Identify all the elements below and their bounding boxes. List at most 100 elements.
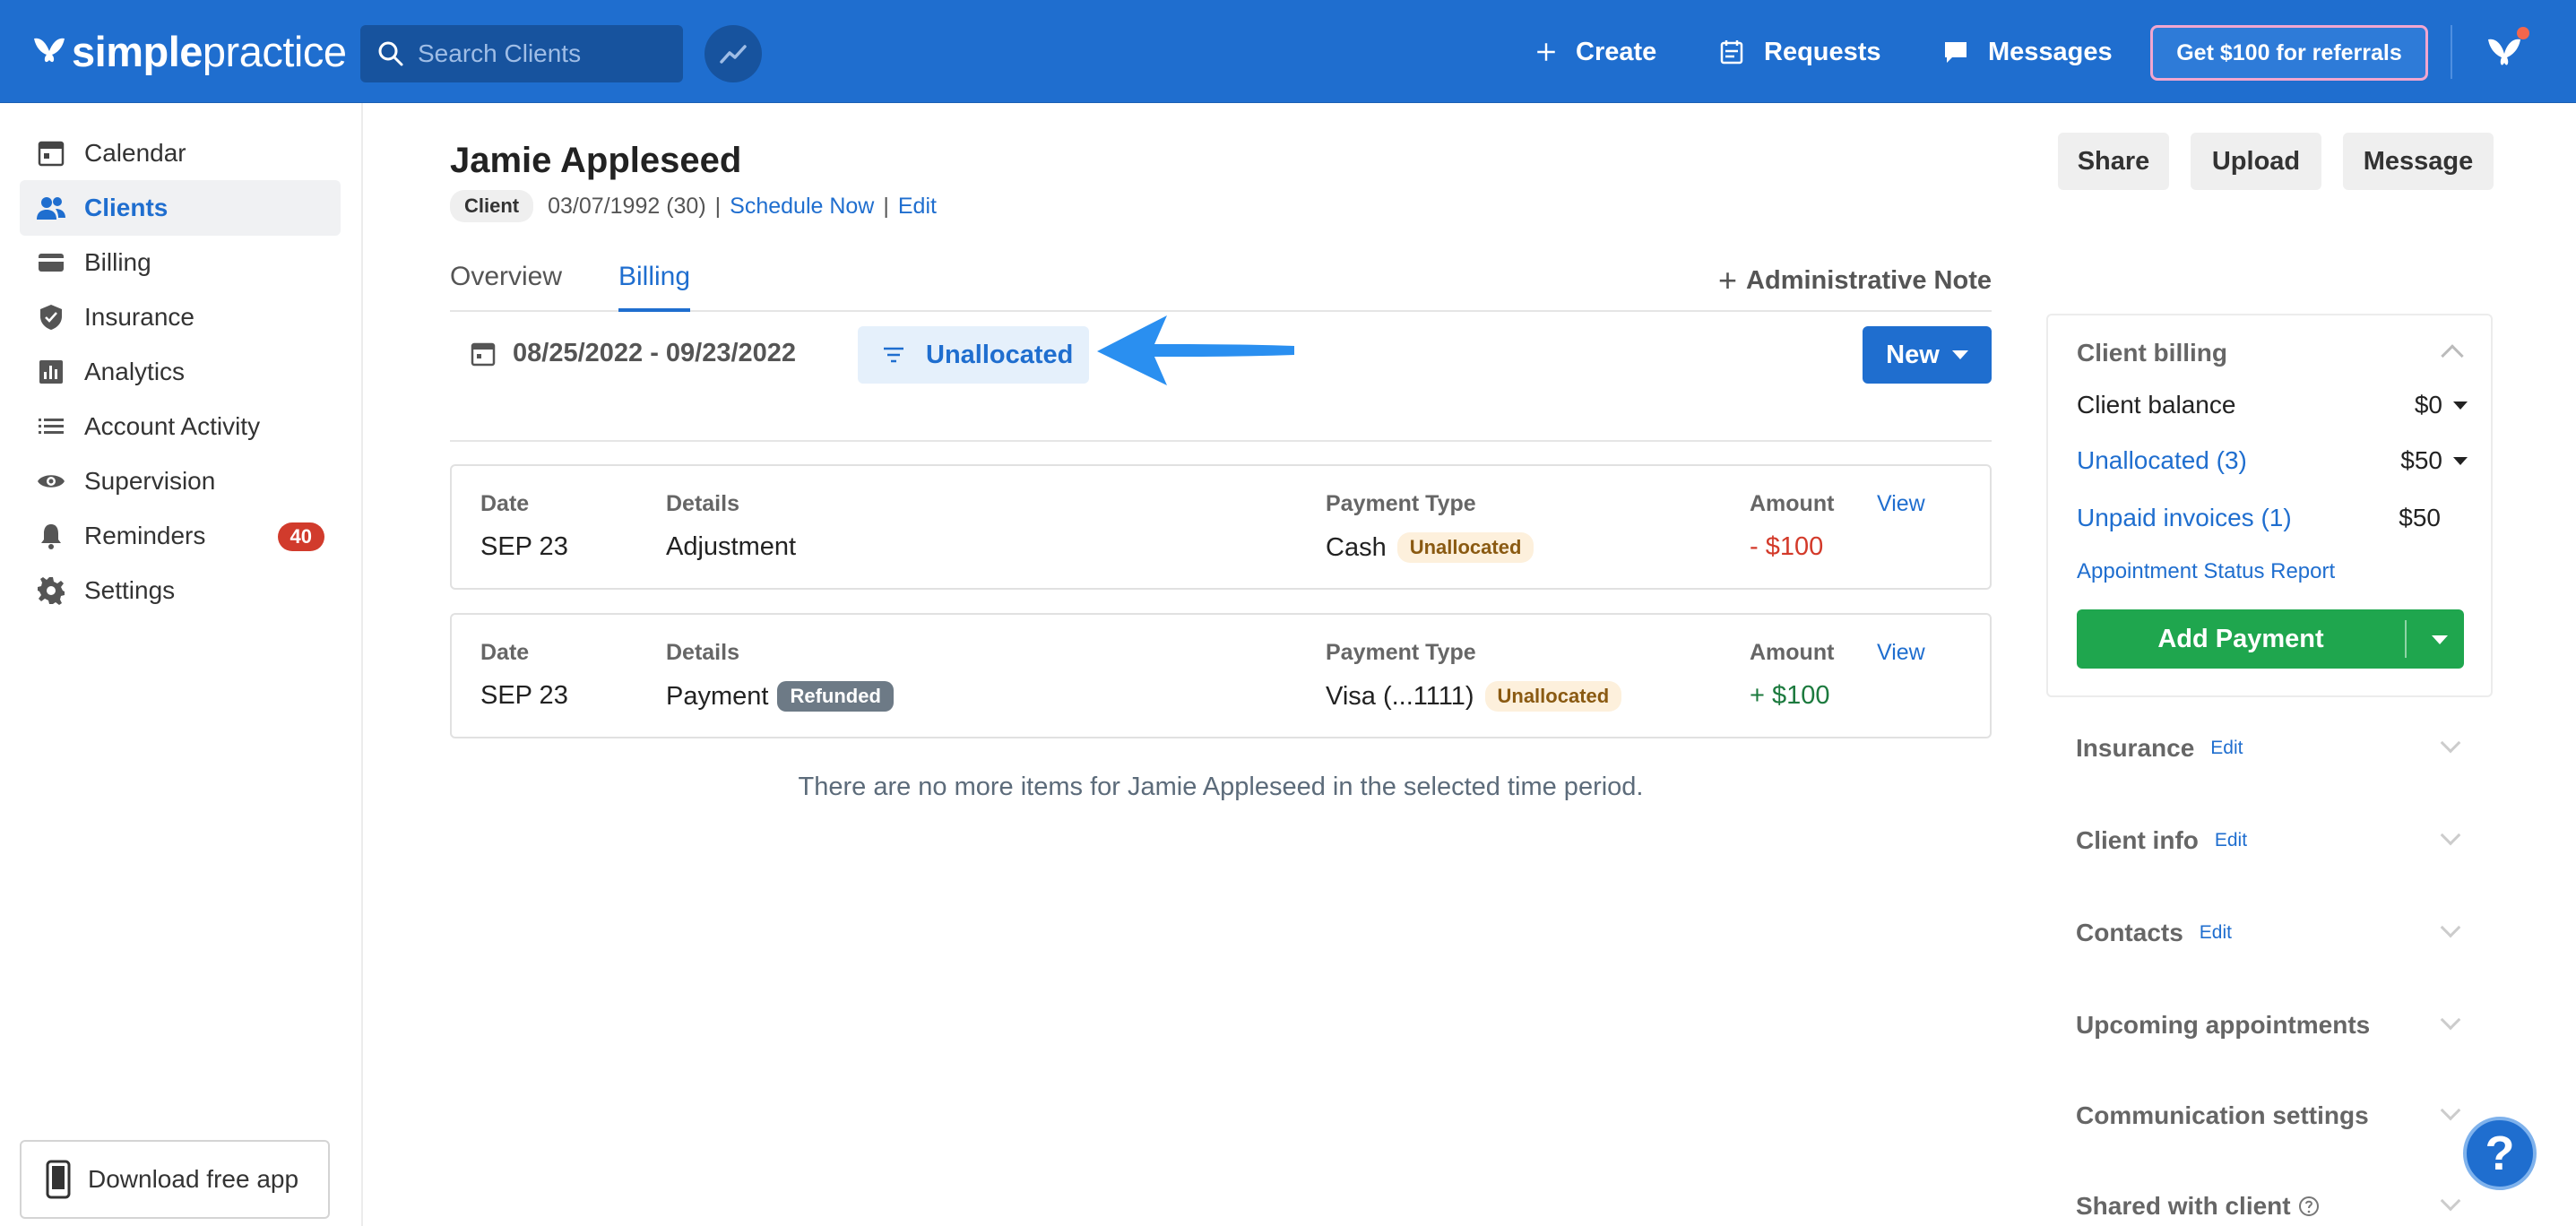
upload-button[interactable]: Upload (2191, 133, 2321, 190)
unallocated-value: $50 (2400, 446, 2442, 474)
date-column-label: Date (480, 491, 530, 516)
transaction-amount: - $100 (1750, 532, 1824, 561)
sidebar-item-clients[interactable]: Clients (20, 180, 341, 236)
chevron-down-icon (2440, 732, 2461, 754)
chevron-up-icon[interactable] (2441, 344, 2464, 367)
message-button[interactable]: Message (2343, 133, 2494, 190)
transaction-details-text: Payment (666, 681, 769, 711)
download-app-button[interactable]: Download free app (20, 1140, 330, 1219)
search-icon (378, 41, 403, 66)
new-dropdown-button[interactable]: New (1863, 326, 1992, 384)
contacts-section-header[interactable]: Contacts Edit (2076, 915, 2467, 951)
sidebar-item-label: Calendar (84, 139, 186, 167)
share-button[interactable]: Share (2058, 133, 2169, 190)
sidebar-item-label: Supervision (84, 467, 216, 495)
top-navigation-bar: simplepractice Create Requests (0, 0, 2576, 103)
insurance-section-header[interactable]: Insurance Edit (2076, 730, 2467, 766)
caret-down-icon (1951, 350, 1968, 359)
simplepractice-logo[interactable]: simplepractice (30, 23, 347, 79)
requests-label: Requests (1764, 37, 1881, 66)
insurance-edit-link[interactable]: Edit (2210, 738, 2243, 759)
client-meta: Client 03/07/1992 (30) | Schedule Now | … (450, 190, 937, 222)
unpaid-invoices-row: Unpaid invoices (1) $50 (2077, 504, 2468, 532)
client-balance-dropdown[interactable]: $0 (2415, 391, 2468, 419)
appointment-status-report-link[interactable]: Appointment Status Report (2077, 559, 2335, 584)
tab-billing[interactable]: Billing (618, 262, 690, 292)
sidebar-item-billing[interactable]: Billing (20, 235, 341, 290)
unallocated-badge: Unallocated (1396, 532, 1534, 563)
insights-button[interactable] (705, 25, 762, 82)
plus-icon (1537, 43, 1555, 61)
referral-label: Get $100 for referrals (2176, 39, 2402, 65)
unallocated-filter-button[interactable]: Unallocated (858, 326, 1089, 384)
unallocated-filter-label: Unallocated (926, 340, 1074, 369)
transaction-date: SEP 23 (480, 532, 568, 561)
upcoming-appointments-section-header[interactable]: Upcoming appointments (2076, 1007, 2467, 1043)
sidebar: Calendar Clients Billing Insurance Analy… (0, 103, 363, 1226)
unallocated-link[interactable]: Unallocated (3) (2077, 446, 2247, 474)
caret-down-icon[interactable] (2432, 635, 2448, 644)
sidebar-item-settings[interactable]: Settings (20, 563, 341, 618)
clients-icon (37, 197, 65, 220)
plus-icon: + (1718, 262, 1738, 298)
topbar-divider (2451, 25, 2452, 79)
contacts-edit-link[interactable]: Edit (2200, 922, 2232, 944)
new-label: New (1886, 340, 1940, 369)
client-info-edit-link[interactable]: Edit (2215, 830, 2247, 851)
chevron-down-icon (2440, 1100, 2461, 1121)
sidebar-item-supervision[interactable]: Supervision (20, 453, 341, 509)
calendar-icon (471, 342, 496, 366)
transaction-amount: + $100 (1750, 681, 1830, 710)
unpaid-invoices-link[interactable]: Unpaid invoices (1) (2077, 504, 2292, 531)
refunded-badge: Refunded (777, 681, 894, 712)
client-info-section-header[interactable]: Client info Edit (2076, 823, 2467, 859)
payment-type-text: Visa (...1111) (1326, 681, 1474, 711)
add-payment-button[interactable]: Add Payment (2077, 609, 2405, 669)
create-button[interactable]: Create (1534, 32, 1656, 72)
messages-button[interactable]: Messages (1941, 32, 2113, 72)
tab-overview[interactable]: Overview (450, 262, 562, 292)
download-app-label: Download free app (88, 1165, 299, 1193)
butterfly-logo-icon (34, 38, 65, 63)
question-circle-icon[interactable] (2298, 1196, 2320, 1217)
caret-down-icon (2453, 401, 2468, 410)
sidebar-item-calendar[interactable]: Calendar (20, 125, 341, 181)
sidebar-item-label: Analytics (84, 358, 186, 385)
sidebar-item-account-activity[interactable]: Account Activity (20, 399, 341, 454)
communication-settings-section-header[interactable]: Communication settings (2076, 1098, 2467, 1134)
unpaid-invoices-value: $50 (2399, 504, 2441, 531)
shared-with-client-section-header[interactable]: Shared with client (2076, 1188, 2467, 1224)
unallocated-dropdown[interactable]: $50 (2400, 446, 2468, 475)
unallocated-badge: Unallocated (1484, 681, 1622, 712)
view-link[interactable]: View (1877, 491, 1925, 517)
date-range-picker[interactable]: 08/25/2022 - 09/23/2022 (470, 339, 796, 368)
search-clients-box[interactable] (360, 25, 683, 82)
sidebar-item-label: Billing (84, 248, 151, 276)
messages-label: Messages (1988, 37, 2113, 66)
share-label: Share (2077, 146, 2150, 176)
payment-type-text: Cash (1326, 532, 1387, 562)
administrative-note-button[interactable]: + Administrative Note (1718, 262, 1992, 299)
transaction-details-text: Adjustment (666, 532, 797, 561)
search-clients-input[interactable] (418, 39, 669, 68)
referral-button[interactable]: Get $100 for referrals (2150, 25, 2428, 81)
sidebar-item-label: Account Activity (84, 412, 261, 440)
view-link[interactable]: View (1877, 640, 1925, 666)
date-range-label: 08/25/2022 - 09/23/2022 (513, 339, 797, 367)
gear-icon (38, 577, 65, 605)
client-balance-value: $0 (2414, 391, 2442, 419)
help-button[interactable]: ? (2463, 1117, 2537, 1190)
phone-icon (46, 1160, 71, 1199)
bell-icon (41, 524, 61, 549)
requests-button[interactable]: Requests (1717, 32, 1881, 72)
sidebar-item-reminders[interactable]: Reminders 40 (20, 508, 341, 564)
client-type-chip: Client (450, 190, 534, 222)
calendar-icon (38, 141, 65, 167)
schedule-now-link[interactable]: Schedule Now (730, 194, 874, 220)
meta-separator: | (714, 193, 722, 219)
add-payment-label: Add Payment (2157, 624, 2324, 653)
split-divider (2405, 620, 2407, 658)
sidebar-item-analytics[interactable]: Analytics (20, 344, 341, 400)
edit-client-link[interactable]: Edit (898, 194, 937, 220)
sidebar-item-insurance[interactable]: Insurance (20, 289, 341, 345)
